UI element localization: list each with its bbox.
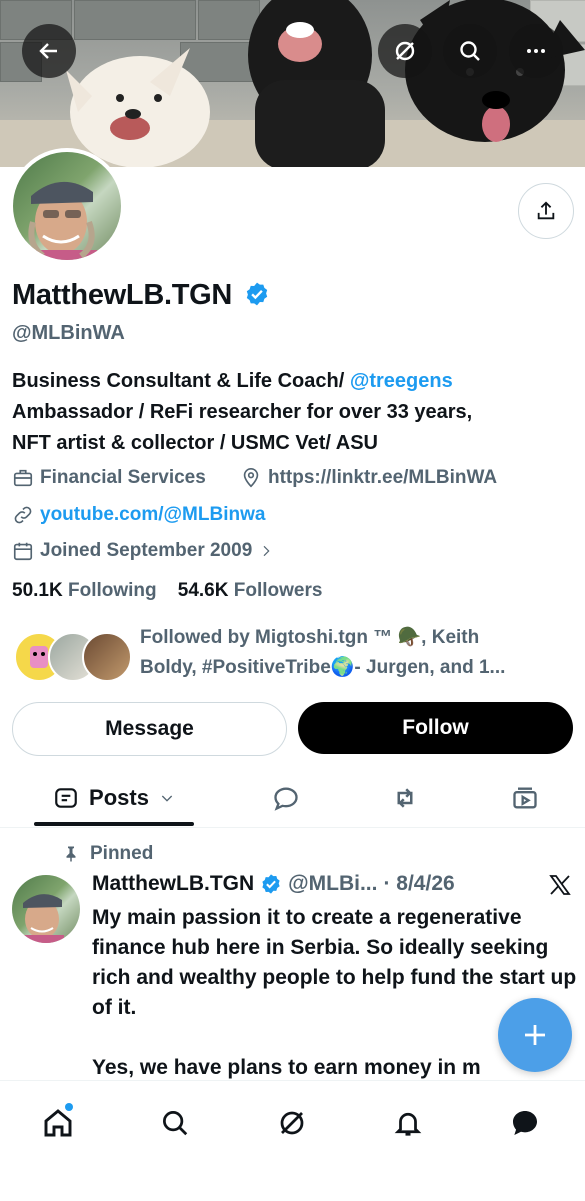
active-tab-indicator xyxy=(34,822,194,826)
profile-avatar[interactable] xyxy=(9,148,125,264)
pinned-label: Pinned xyxy=(90,843,154,864)
share-button[interactable] xyxy=(518,183,574,239)
bio-text: NFT artist & collector / USMC Vet/ ASU xyxy=(12,432,378,454)
more-icon xyxy=(527,49,545,53)
tab-posts-label: Posts xyxy=(89,785,149,810)
search-button[interactable] xyxy=(443,24,497,78)
profile-handle: @MLBinWA xyxy=(12,322,125,344)
profile-website: https://linktr.ee/MLBinWA xyxy=(240,467,497,489)
post-date[interactable]: · 8/4/26 xyxy=(383,872,454,896)
bottom-navigation xyxy=(0,1080,585,1201)
tab-posts[interactable]: Posts xyxy=(34,770,194,826)
followers-number: 54.6K xyxy=(177,580,229,601)
share-icon xyxy=(537,201,555,220)
follow-button[interactable]: Follow xyxy=(298,702,573,754)
post-author-handle: @MLBi... xyxy=(288,872,378,895)
nav-notifications[interactable] xyxy=(378,1099,438,1147)
tab-reposts[interactable] xyxy=(375,770,435,826)
nav-grok[interactable] xyxy=(262,1099,322,1147)
profile-category: Financial Services xyxy=(12,467,206,489)
profile-tabs: Posts xyxy=(0,770,585,828)
bell-icon xyxy=(394,1112,422,1136)
media-icon xyxy=(513,787,537,809)
nav-messages[interactable] xyxy=(495,1099,555,1147)
youtube-link[interactable]: youtube.com/@MLBinwa xyxy=(40,504,265,526)
replies-icon xyxy=(274,787,298,811)
bio-text: Ambassador / ReFi researcher for over 33… xyxy=(12,401,473,423)
avatar-person-photo xyxy=(27,181,97,260)
more-button[interactable] xyxy=(509,24,563,78)
bio-mention-link[interactable]: @treegens xyxy=(350,370,453,392)
follow-counts: 50.1K Following 54.6K Followers xyxy=(12,580,322,602)
nav-search[interactable] xyxy=(145,1099,205,1147)
category-text: Financial Services xyxy=(40,467,206,488)
profile-bio: Business Consultant & Life Coach/ @treeg… xyxy=(12,366,577,459)
tab-media[interactable] xyxy=(495,770,555,826)
plus-icon xyxy=(525,1025,545,1045)
post-avatar-photo xyxy=(20,894,64,943)
posts-icon xyxy=(55,788,77,808)
pin-icon xyxy=(66,846,76,862)
compose-post-button[interactable] xyxy=(498,998,572,1072)
post-grok-menu[interactable] xyxy=(548,873,572,902)
post-author-name[interactable]: MatthewLB.TGN xyxy=(92,872,254,896)
home-icon xyxy=(44,1109,72,1137)
nav-home[interactable] xyxy=(28,1099,88,1147)
bio-text: Business Consultant & Life Coach/ xyxy=(12,370,350,392)
search-icon xyxy=(163,1111,188,1136)
followed-by-line: Boldy, #PositiveTribe🌍- Jurgen, and 1... xyxy=(140,657,506,678)
tab-replies[interactable] xyxy=(256,770,316,826)
verified-badge-icon xyxy=(262,874,280,894)
post-author-avatar[interactable] xyxy=(12,875,80,943)
grok-button[interactable] xyxy=(378,24,432,78)
retweet-icon xyxy=(397,788,413,808)
messages-icon xyxy=(513,1111,537,1135)
location-icon xyxy=(243,468,259,488)
followed-by-line: Followed by Migtoshi.tgn ™ 🪖, Keith xyxy=(140,627,480,648)
message-button[interactable]: Message xyxy=(12,702,287,756)
verified-badge-icon[interactable] xyxy=(244,281,270,307)
pinned-indicator: Pinned xyxy=(62,843,153,865)
back-arrow-icon xyxy=(39,43,57,59)
back-button[interactable] xyxy=(22,24,76,78)
profile-joined[interactable]: Joined September 2009 xyxy=(12,540,274,562)
website-link[interactable]: https://linktr.ee/MLBinWA xyxy=(268,467,497,489)
followed-by-text[interactable]: Followed by Migtoshi.tgn ™ 🪖, Keith Bold… xyxy=(140,623,560,683)
followers-count[interactable]: 54.6K Followers xyxy=(178,580,323,601)
profile-banner[interactable] xyxy=(0,0,585,167)
chevron-down-icon xyxy=(161,795,173,802)
briefcase-icon xyxy=(13,469,33,487)
following-number: 50.1K xyxy=(12,580,63,601)
chevron-right-icon xyxy=(263,545,270,557)
following-label: Following xyxy=(67,580,157,601)
avatar-photo xyxy=(13,152,121,260)
profile-name-text: MatthewLB.TGN xyxy=(12,279,233,311)
profile-name: MatthewLB.TGN xyxy=(12,279,270,312)
calendar-icon xyxy=(13,542,33,561)
following-count[interactable]: 50.1K Following xyxy=(12,580,157,601)
grok-icon xyxy=(280,1111,304,1135)
post-header: MatthewLB.TGN @MLBi... · 8/4/26 xyxy=(92,872,455,896)
link-icon xyxy=(14,506,32,524)
follower-avatar[interactable] xyxy=(82,632,132,682)
x-logo-icon xyxy=(549,875,571,895)
notification-dot xyxy=(65,1103,73,1111)
joined-text: Joined September 2009 xyxy=(40,540,253,561)
followers-label: Followers xyxy=(233,580,323,601)
search-icon xyxy=(460,41,480,61)
grok-icon xyxy=(395,41,415,61)
banner-photo-dogs xyxy=(66,0,585,167)
profile-youtube: youtube.com/@MLBinwa xyxy=(12,504,265,526)
